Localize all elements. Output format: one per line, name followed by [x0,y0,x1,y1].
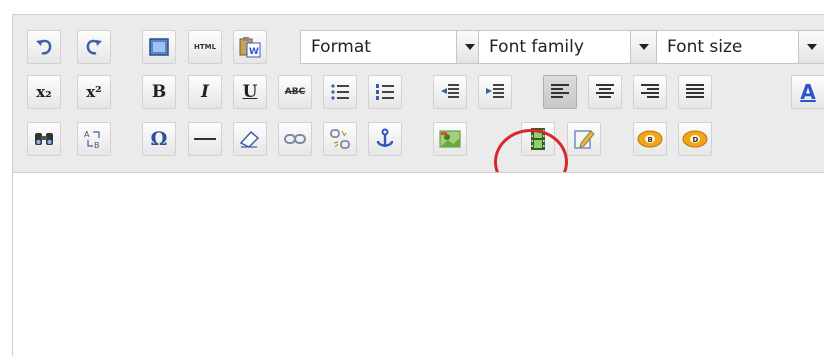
fullscreen-button[interactable] [142,30,176,64]
eraser-icon [239,129,261,149]
numbered-list-icon [375,82,395,102]
italic-icon: I [201,82,209,102]
insert-link-button[interactable] [278,122,312,156]
align-justify-icon [685,83,705,101]
insert-image-button[interactable] [433,122,467,156]
plugin-d-button[interactable]: D [678,122,712,156]
horizontal-rule-button[interactable] [188,122,222,156]
align-left-icon [550,83,570,101]
italic-button[interactable]: I [188,75,222,109]
editor-content-area[interactable] [13,172,824,356]
numbered-list-button[interactable] [368,75,402,109]
edit-icon [573,128,595,150]
search-button[interactable] [27,122,61,156]
subscript-icon: x₂ [36,83,52,101]
replace-icon: AB [83,128,105,150]
align-right-button[interactable] [633,75,667,109]
plugin-b-icon: B [637,130,663,148]
anchor-button[interactable] [368,122,402,156]
rich-text-editor: HTML W Format Font family Font size x₂ x… [12,14,824,356]
indent-button[interactable] [478,75,512,109]
align-center-button[interactable] [588,75,622,109]
omega-icon: Ω [150,128,168,150]
html-source-icon: HTML [193,43,217,51]
font-size-dropdown[interactable]: Font size [656,30,824,64]
align-left-button[interactable] [543,75,577,109]
superscript-icon: x² [86,83,102,101]
align-center-icon [595,83,615,101]
text-color-icon: A [800,80,816,104]
plugin-d-icon: D [682,130,708,148]
format-dropdown-label: Format [311,37,371,57]
image-icon [439,129,461,149]
underline-button[interactable]: U [233,75,267,109]
edit-html-button[interactable] [567,122,601,156]
special-character-button[interactable]: Ω [142,122,176,156]
svg-text:D: D [693,136,699,144]
svg-text:B: B [94,141,100,150]
format-dropdown[interactable]: Format [300,30,484,64]
unlink-button[interactable] [323,122,357,156]
redo-button[interactable] [77,30,111,64]
superscript-button[interactable]: x² [77,75,111,109]
editor-toolbar: HTML W Format Font family Font size x₂ x… [13,15,824,195]
replace-button[interactable]: AB [77,122,111,156]
svg-text:B: B [648,136,653,144]
anchor-icon [375,128,395,150]
outdent-button[interactable] [433,75,467,109]
text-color-button[interactable]: A [791,75,824,109]
outdent-icon [440,82,460,102]
plugin-b-button[interactable]: B [633,122,667,156]
html-source-button[interactable]: HTML [188,30,222,64]
font-family-dropdown[interactable]: Font family [478,30,658,64]
chevron-down-icon [798,31,824,63]
strikethrough-button[interactable]: ABC [278,75,312,109]
undo-button[interactable] [27,30,61,64]
indent-icon [485,82,505,102]
redo-icon [84,37,104,57]
chevron-down-icon [630,31,657,63]
strikethrough-icon: ABC [284,87,306,97]
underline-icon: U [242,82,258,102]
unlink-icon [329,128,351,150]
remove-format-button[interactable] [233,122,267,156]
svg-text:W: W [249,47,259,57]
bold-icon: B [151,82,167,102]
binoculars-icon [33,129,55,149]
bullet-list-icon [330,82,350,102]
fullscreen-icon [148,37,170,57]
horizontal-rule-icon [194,137,216,141]
bold-button[interactable]: B [142,75,176,109]
paste-from-word-button[interactable]: W [233,30,267,64]
subscript-button[interactable]: x₂ [27,75,61,109]
link-icon [284,132,306,146]
svg-text:A: A [84,130,90,139]
undo-icon [34,37,54,57]
align-justify-button[interactable] [678,75,712,109]
paste-from-word-icon: W [238,35,262,59]
font-size-dropdown-label: Font size [667,37,743,57]
align-right-icon [640,83,660,101]
font-family-dropdown-label: Font family [489,37,584,57]
bullet-list-button[interactable] [323,75,357,109]
